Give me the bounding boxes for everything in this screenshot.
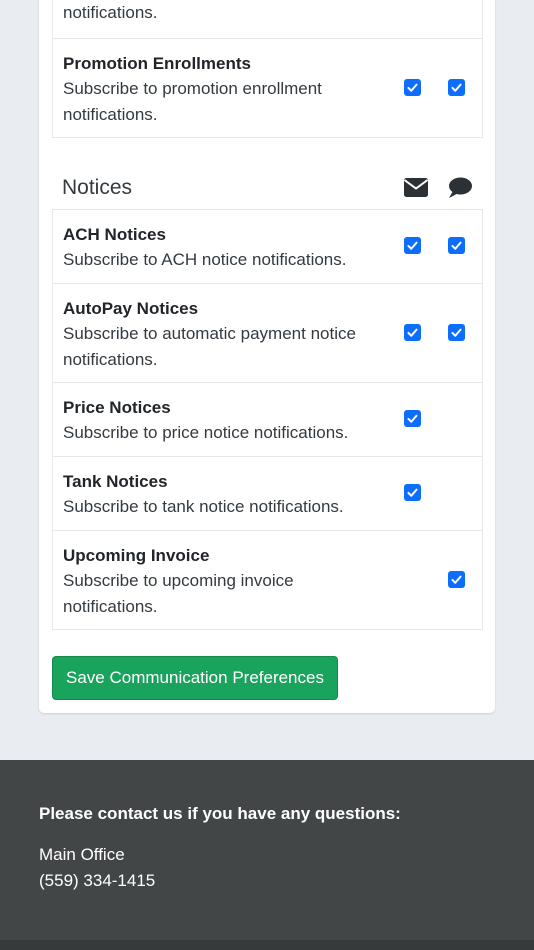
site-footer: Please contact us if you have any questi… <box>0 760 534 950</box>
list-item: Price Notices Subscribe to price notice … <box>53 382 482 456</box>
notices-header: Notices <box>62 175 482 207</box>
list-item: Tank Notices Subscribe to tank notice no… <box>53 456 482 530</box>
row-description: notifications. <box>63 3 158 22</box>
sms-checkbox[interactable] <box>448 324 465 341</box>
row-title: Tank Notices <box>63 472 168 491</box>
notices-group: ACH Notices Subscribe to ACH notice noti… <box>52 209 483 630</box>
row-description: Subscribe to automatic payment notice no… <box>63 324 356 369</box>
row-title: ACH Notices <box>63 225 166 244</box>
footer-bottom-bar <box>0 940 534 950</box>
list-item: Upcoming Invoice Subscribe to upcoming i… <box>53 530 482 629</box>
email-checkbox[interactable] <box>404 484 421 501</box>
sms-checkbox[interactable] <box>448 237 465 254</box>
list-item: notifications. <box>53 0 482 38</box>
row-description: Subscribe to tank notice notifications. <box>63 497 344 516</box>
row-description: Subscribe to promotion enrollment notifi… <box>63 79 322 124</box>
promotions-group: notifications. Promotion Enrollments Sub… <box>52 0 483 138</box>
row-title: Price Notices <box>63 398 171 417</box>
row-title: AutoPay Notices <box>63 299 199 318</box>
row-description: Subscribe to price notice notifications. <box>63 423 349 442</box>
row-title: Promotion Enrollments <box>63 54 251 73</box>
sms-checkbox[interactable] <box>448 571 465 588</box>
speech-bubble-icon <box>448 177 472 205</box>
office-phone: (559) 334-1415 <box>39 871 156 890</box>
list-item: ACH Notices Subscribe to ACH notice noti… <box>53 209 482 283</box>
email-checkbox[interactable] <box>404 324 421 341</box>
save-preferences-button[interactable]: Save Communication Preferences <box>52 656 338 700</box>
sms-checkbox[interactable] <box>448 79 465 96</box>
section-title: Notices <box>62 176 133 199</box>
row-description: Subscribe to ACH notice notifications. <box>63 250 347 269</box>
email-checkbox[interactable] <box>404 237 421 254</box>
office-label: Main Office <box>39 845 125 864</box>
row-description: Subscribe to upcoming invoice notificati… <box>63 571 294 616</box>
list-item: Promotion Enrollments Subscribe to promo… <box>53 38 482 137</box>
list-item: AutoPay Notices Subscribe to automatic p… <box>53 283 482 382</box>
email-checkbox[interactable] <box>404 79 421 96</box>
row-title: Upcoming Invoice <box>63 546 210 565</box>
envelope-icon <box>403 178 429 202</box>
communication-preferences-card: notifications. Promotion Enrollments Sub… <box>39 0 495 713</box>
email-checkbox[interactable] <box>404 410 421 427</box>
footer-heading: Please contact us if you have any questi… <box>39 804 401 823</box>
